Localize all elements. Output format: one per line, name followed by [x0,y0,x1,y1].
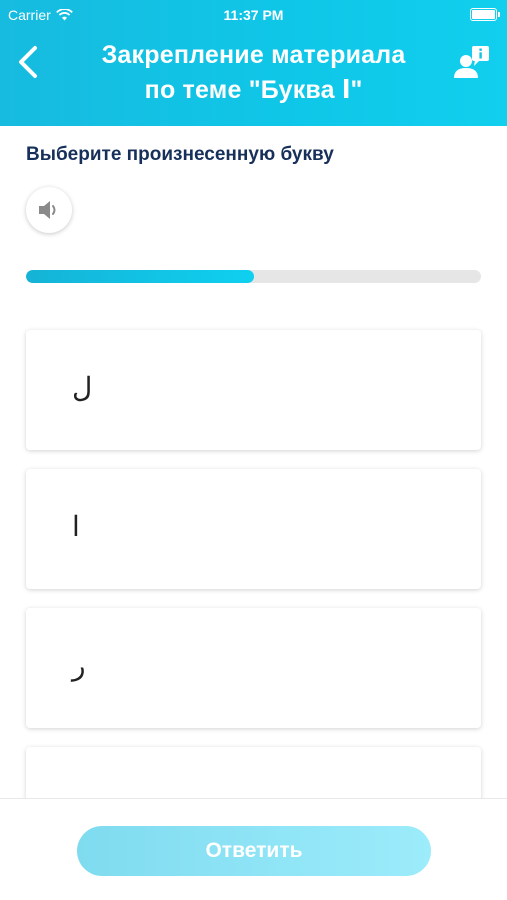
battery-icon [470,8,500,21]
page-title: Закрепление материала по теме "Буква ا" [70,38,437,108]
chevron-left-icon [19,46,37,78]
answer-option-2[interactable]: ا [26,469,481,589]
info-button[interactable] [453,44,491,80]
person-info-icon [454,46,489,78]
clock: 11:37 PM [223,7,284,23]
answer-option-letter: ر [72,649,86,682]
app-header: Carrier 11:37 PM Закрепление материала п… [0,0,507,126]
bottom-bar: Ответить [0,798,507,900]
speaker-icon [39,201,56,219]
page-title-line-2: по теме "Буква ا" [144,76,363,104]
answer-option-letter: ل [72,371,93,404]
progress-bar [26,270,481,283]
status-bar: Carrier 11:37 PM [0,0,507,30]
page-title-line-1: Закрепление материала [101,41,406,69]
answer-option-1[interactable]: ل [26,330,481,450]
progress-fill [26,270,254,283]
answer-option-3[interactable]: ر [26,608,481,728]
play-sound-button[interactable] [26,187,72,233]
back-button[interactable] [14,44,44,80]
task-prompt: Выберите произнесенную букву [26,144,334,165]
answer-option-letter: ا [72,510,80,543]
submit-answer-button[interactable]: Ответить [77,826,431,876]
